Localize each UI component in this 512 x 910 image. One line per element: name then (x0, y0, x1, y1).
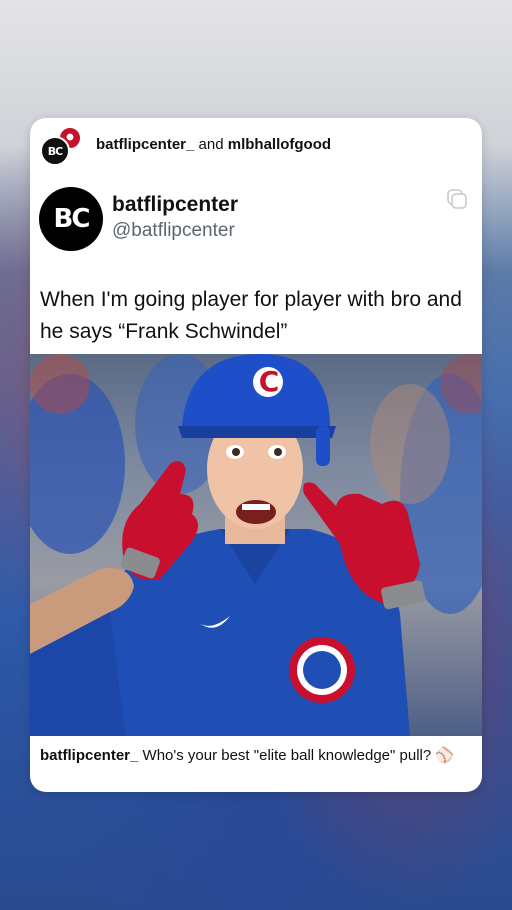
post-card[interactable]: BC batflipcenter_ and mlbhallofgood BC b… (30, 118, 482, 792)
caption-username[interactable]: batflipcenter_ (40, 747, 138, 764)
copy-icon[interactable] (446, 188, 468, 210)
collab-avatars[interactable]: BC (38, 124, 84, 166)
collab-users: batflipcenter_ and mlbhallofgood (96, 136, 331, 153)
collab-header: BC batflipcenter_ and mlbhallofgood (38, 124, 474, 166)
tweet-author: batflipcenter @batflipcenter (112, 193, 238, 242)
tweet-text: When I'm going player for player with br… (40, 288, 462, 343)
collab-joiner: and (198, 135, 224, 153)
tweet-display-name: batflipcenter (112, 193, 239, 216)
caption-text: Who's your best "elite ball knowledge" p… (142, 747, 432, 764)
batflipcenter-avatar-small: BC (40, 136, 70, 166)
post-caption: batflipcenter_ Who's your best "elite ba… (40, 746, 470, 765)
baseball-icon: ⚾ (435, 747, 455, 764)
post-photo[interactable]: C (30, 354, 482, 736)
helmet-logo: C (258, 365, 280, 398)
tweet-header: BC batflipcenter @batflipcenter (39, 187, 238, 251)
collab-user-1[interactable]: batflipcenter_ (96, 136, 194, 153)
tweet-handle: @batflipcenter (112, 220, 235, 241)
player-photo-illustration (30, 354, 482, 736)
collab-user-2[interactable]: mlbhallofgood (228, 136, 331, 153)
tweet-avatar[interactable]: BC (39, 187, 103, 251)
